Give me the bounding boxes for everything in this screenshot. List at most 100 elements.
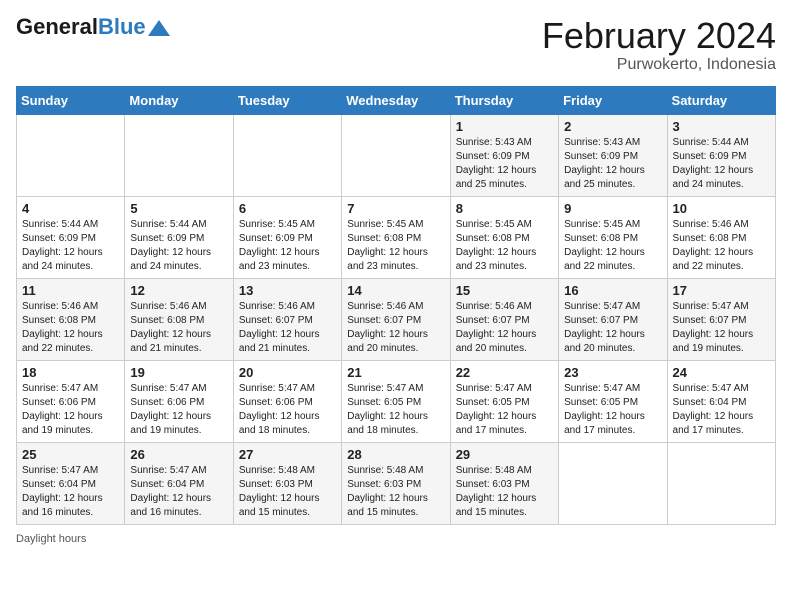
calendar-cell: 13 Sunrise: 5:46 AM Sunset: 6:07 PM Dayli… <box>233 278 341 360</box>
cell-content: Sunrise: 5:46 AM Sunset: 6:07 PM Dayligh… <box>347 300 444 356</box>
calendar-cell: 23 Sunrise: 5:47 AM Sunset: 6:05 PM Dayli… <box>559 360 667 442</box>
day-number: 7 <box>347 201 444 216</box>
calendar-cell: 20Sunrise: 5:47 AM Sunset: 6:06 PM Dayli… <box>233 360 341 442</box>
cell-content: Sunrise: 5:46 AM Sunset: 6:07 PM Dayligh… <box>239 300 336 356</box>
calendar-table: SundayMondayTuesdayWednesdayThursdayFrid… <box>16 86 776 525</box>
cell-content: Sunrise: 5:47 AM Sunset: 6:05 PM Dayligh… <box>564 382 661 438</box>
page-header: GeneralBlue February 2024 Purwokerto, In… <box>16 16 776 74</box>
calendar-week-row: 25 Sunrise: 5:47 AM Sunset: 6:04 PM Dayli… <box>17 442 776 524</box>
cell-content: Sunrise: 5:48 AM Sunset: 6:03 PM Dayligh… <box>239 464 336 520</box>
calendar-cell <box>233 114 341 196</box>
calendar-cell: 16Sunrise: 5:47 AM Sunset: 6:07 PM Dayli… <box>559 278 667 360</box>
logo-blue: Blue <box>98 14 146 39</box>
footer: Daylight hours <box>16 533 776 545</box>
header-saturday: Saturday <box>667 86 775 114</box>
calendar-cell: 18 Sunrise: 5:47 AM Sunset: 6:06 PM Dayli… <box>17 360 125 442</box>
cell-content: Sunrise: 5:45 AM Sunset: 6:08 PM Dayligh… <box>347 218 444 274</box>
calendar-cell: 28 Sunrise: 5:48 AM Sunset: 6:03 PM Dayli… <box>342 442 450 524</box>
day-number: 8 <box>456 201 553 216</box>
day-number: 13 <box>239 283 336 298</box>
day-number: 26 <box>130 447 227 462</box>
header-wednesday: Wednesday <box>342 86 450 114</box>
cell-content: Sunrise: 5:47 AM Sunset: 6:04 PM Dayligh… <box>673 382 770 438</box>
day-number: 23 <box>564 365 661 380</box>
calendar-cell: 15Sunrise: 5:46 AM Sunset: 6:07 PM Dayli… <box>450 278 558 360</box>
calendar-week-row: 11 Sunrise: 5:46 AM Sunset: 6:08 PM Dayli… <box>17 278 776 360</box>
cell-content: Sunrise: 5:48 AM Sunset: 6:03 PM Dayligh… <box>456 464 553 520</box>
day-number: 18 <box>22 365 119 380</box>
title-block: February 2024 Purwokerto, Indonesia <box>542 16 776 74</box>
header-monday: Monday <box>125 86 233 114</box>
calendar-cell: 25 Sunrise: 5:47 AM Sunset: 6:04 PM Dayli… <box>17 442 125 524</box>
cell-content: Sunrise: 5:45 AM Sunset: 6:09 PM Dayligh… <box>239 218 336 274</box>
calendar-header-row: SundayMondayTuesdayWednesdayThursdayFrid… <box>17 86 776 114</box>
day-number: 28 <box>347 447 444 462</box>
calendar-cell: 6 Sunrise: 5:45 AM Sunset: 6:09 PM Daylig… <box>233 196 341 278</box>
calendar-week-row: 4 Sunrise: 5:44 AM Sunset: 6:09 PM Daylig… <box>17 196 776 278</box>
logo-text: GeneralBlue <box>16 16 146 38</box>
logo-general: General <box>16 14 98 39</box>
day-number: 22 <box>456 365 553 380</box>
cell-content: Sunrise: 5:43 AM Sunset: 6:09 PM Dayligh… <box>564 136 661 192</box>
cell-content: Sunrise: 5:47 AM Sunset: 6:05 PM Dayligh… <box>456 382 553 438</box>
cell-content: Sunrise: 5:47 AM Sunset: 6:07 PM Dayligh… <box>564 300 661 356</box>
calendar-cell <box>342 114 450 196</box>
cell-content: Sunrise: 5:45 AM Sunset: 6:08 PM Dayligh… <box>456 218 553 274</box>
day-number: 21 <box>347 365 444 380</box>
day-number: 10 <box>673 201 770 216</box>
calendar-cell: 19 Sunrise: 5:47 AM Sunset: 6:06 PM Dayli… <box>125 360 233 442</box>
calendar-week-row: 18 Sunrise: 5:47 AM Sunset: 6:06 PM Dayli… <box>17 360 776 442</box>
day-number: 27 <box>239 447 336 462</box>
day-number: 2 <box>564 119 661 134</box>
calendar-cell: 3Sunrise: 5:44 AM Sunset: 6:09 PM Daylig… <box>667 114 775 196</box>
calendar-cell: 2 Sunrise: 5:43 AM Sunset: 6:09 PM Daylig… <box>559 114 667 196</box>
calendar-cell: 8 Sunrise: 5:45 AM Sunset: 6:08 PM Daylig… <box>450 196 558 278</box>
calendar-cell: 24 Sunrise: 5:47 AM Sunset: 6:04 PM Dayli… <box>667 360 775 442</box>
day-number: 1 <box>456 119 553 134</box>
cell-content: Sunrise: 5:47 AM Sunset: 6:06 PM Dayligh… <box>239 382 336 438</box>
calendar-cell: 21 Sunrise: 5:47 AM Sunset: 6:05 PM Dayli… <box>342 360 450 442</box>
cell-content: Sunrise: 5:47 AM Sunset: 6:06 PM Dayligh… <box>22 382 119 438</box>
day-number: 29 <box>456 447 553 462</box>
day-number: 25 <box>22 447 119 462</box>
day-number: 14 <box>347 283 444 298</box>
header-friday: Friday <box>559 86 667 114</box>
logo-icon <box>148 20 170 36</box>
day-number: 6 <box>239 201 336 216</box>
calendar-week-row: 1 Sunrise: 5:43 AM Sunset: 6:09 PM Daylig… <box>17 114 776 196</box>
cell-content: Sunrise: 5:47 AM Sunset: 6:04 PM Dayligh… <box>22 464 119 520</box>
cell-content: Sunrise: 5:47 AM Sunset: 6:07 PM Dayligh… <box>673 300 770 356</box>
calendar-cell: 27 Sunrise: 5:48 AM Sunset: 6:03 PM Dayli… <box>233 442 341 524</box>
day-number: 15 <box>456 283 553 298</box>
cell-content: Sunrise: 5:45 AM Sunset: 6:08 PM Dayligh… <box>564 218 661 274</box>
cell-content: Sunrise: 5:46 AM Sunset: 6:08 PM Dayligh… <box>673 218 770 274</box>
day-number: 11 <box>22 283 119 298</box>
calendar-cell: 26 Sunrise: 5:47 AM Sunset: 6:04 PM Dayli… <box>125 442 233 524</box>
footer-label: Daylight hours <box>16 533 86 545</box>
day-number: 24 <box>673 365 770 380</box>
calendar-cell <box>125 114 233 196</box>
day-number: 9 <box>564 201 661 216</box>
cell-content: Sunrise: 5:47 AM Sunset: 6:05 PM Dayligh… <box>347 382 444 438</box>
header-thursday: Thursday <box>450 86 558 114</box>
day-number: 19 <box>130 365 227 380</box>
calendar-cell: 17 Sunrise: 5:47 AM Sunset: 6:07 PM Dayli… <box>667 278 775 360</box>
calendar-cell: 4 Sunrise: 5:44 AM Sunset: 6:09 PM Daylig… <box>17 196 125 278</box>
location-subtitle: Purwokerto, Indonesia <box>542 56 776 74</box>
calendar-cell <box>667 442 775 524</box>
cell-content: Sunrise: 5:44 AM Sunset: 6:09 PM Dayligh… <box>22 218 119 274</box>
logo: GeneralBlue <box>16 16 170 38</box>
cell-content: Sunrise: 5:48 AM Sunset: 6:03 PM Dayligh… <box>347 464 444 520</box>
calendar-cell: 12 Sunrise: 5:46 AM Sunset: 6:08 PM Dayli… <box>125 278 233 360</box>
calendar-cell: 1Sunrise: 5:43 AM Sunset: 6:09 PM Daylig… <box>450 114 558 196</box>
calendar-cell: 5Sunrise: 5:44 AM Sunset: 6:09 PM Daylig… <box>125 196 233 278</box>
day-number: 5 <box>130 201 227 216</box>
day-number: 3 <box>673 119 770 134</box>
day-number: 12 <box>130 283 227 298</box>
cell-content: Sunrise: 5:46 AM Sunset: 6:08 PM Dayligh… <box>130 300 227 356</box>
cell-content: Sunrise: 5:47 AM Sunset: 6:04 PM Dayligh… <box>130 464 227 520</box>
day-number: 17 <box>673 283 770 298</box>
calendar-cell: 14 Sunrise: 5:46 AM Sunset: 6:07 PM Dayli… <box>342 278 450 360</box>
cell-content: Sunrise: 5:47 AM Sunset: 6:06 PM Dayligh… <box>130 382 227 438</box>
day-number: 4 <box>22 201 119 216</box>
